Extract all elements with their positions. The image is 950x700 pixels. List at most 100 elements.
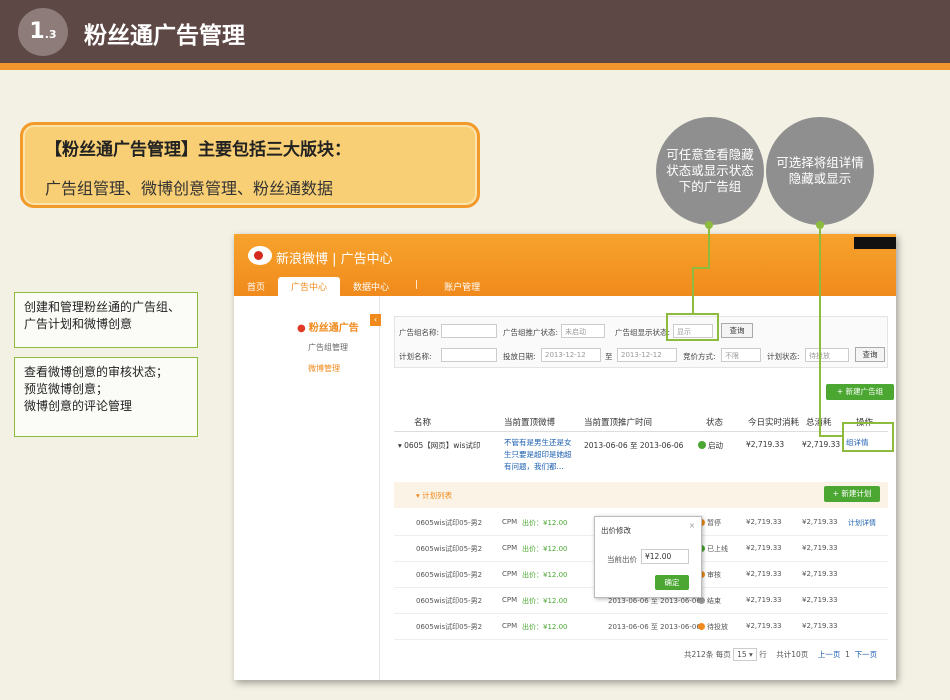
bid-select[interactable]: 不限	[721, 348, 761, 362]
nav-data-center[interactable]: 数据中心	[340, 277, 402, 296]
connector-dot	[816, 221, 824, 229]
plan-name[interactable]: 0605wis试印05-男2	[416, 622, 482, 632]
date-from-input[interactable]: 2013-12-12	[541, 348, 601, 362]
popup-label: 当前出价	[607, 555, 637, 564]
note-line: 查看微博创意的审核状态；	[24, 365, 169, 379]
pager-row-unit: 行	[759, 650, 767, 659]
next-page[interactable]: 下一页	[855, 650, 878, 659]
date-separator: 至	[605, 352, 613, 361]
nav-home[interactable]: 首页	[234, 277, 278, 296]
col-time: 当前置顶推广时间	[584, 418, 653, 428]
plan-type: CPM	[502, 596, 518, 604]
new-plan-button[interactable]: + 新建计划	[824, 486, 880, 502]
pager-pages: 共计10页	[776, 650, 809, 659]
top-right-bar	[854, 237, 896, 249]
plan-status[interactable]: 已上线	[698, 544, 728, 554]
sidebar-item-weibo[interactable]: 微博管理	[308, 363, 340, 374]
header-stripe	[0, 63, 950, 70]
nav-account[interactable]: 账户管理	[431, 277, 493, 296]
plan-cost-total: ¥2,719.33	[802, 596, 838, 604]
date-to-input[interactable]: 2013-12-12	[617, 348, 677, 362]
note-create-manage: 创建和管理粉丝通的广告组、广告计划和微博创意	[14, 292, 198, 348]
plan-type: CPM	[502, 570, 518, 578]
prev-page[interactable]: 上一页	[818, 650, 841, 659]
plan-detail-link[interactable]: 计划详情	[848, 518, 876, 528]
summary-callout: 【粉丝通广告管理】主要包括三大版块： 广告组管理、微博创意管理、粉丝通数据	[20, 122, 480, 208]
plan-name[interactable]: 0605wis试印05-男2	[416, 596, 482, 606]
sidebar-item-group[interactable]: 广告组管理	[308, 342, 348, 353]
col-cost-today: 今日实时消耗	[748, 418, 800, 428]
popup-title: 出价修改	[601, 526, 631, 535]
plan-bid[interactable]: 出价：¥12.00	[522, 570, 568, 580]
sidebar: 粉丝通广告 广告组管理 微博管理	[234, 296, 380, 680]
pager-total: 共212条 每页	[684, 650, 731, 659]
note-weibo-creative: 查看微博创意的审核状态； 预览微博创意； 微博创意的评论管理	[14, 357, 198, 437]
bid-label: 竞价方式:	[683, 352, 716, 361]
callout-body: 广告组管理、微博创意管理、粉丝通数据	[45, 179, 334, 198]
plan-name[interactable]: 0605wis试印05-男2	[416, 544, 482, 554]
group-status[interactable]: 启动	[698, 440, 723, 451]
group-name[interactable]: ▾ 0605【网页】wis试印	[398, 440, 480, 451]
section-badge: 1.3	[18, 8, 68, 56]
bid-edit-popup: 出价修改 × 当前出价 ¥12.00 确定	[594, 516, 702, 598]
group-name-input[interactable]	[441, 324, 497, 338]
bubble-hidden-status: 可任意查看隐藏状态或显示状态下的广告组	[656, 117, 764, 225]
new-group-button[interactable]: + 新建广告组	[826, 384, 894, 400]
plan-list-header: ▾ 计划列表 + 新建计划	[394, 482, 888, 508]
plan-row: 0605wis试印05-男2 CPM 出价：¥12.00 2013-06-06 至 2…	[394, 614, 888, 640]
plan-cost-total: ¥2,719.33	[802, 622, 838, 630]
plan-name[interactable]: 0605wis试印05-男2	[416, 518, 482, 528]
connector-line	[819, 229, 821, 437]
slide-title: 粉丝通广告管理	[84, 23, 245, 49]
nav-separator: |	[415, 280, 419, 290]
plan-time: 2013-06-06 至 2013-06-06	[608, 623, 701, 631]
plan-name[interactable]: 0605wis试印05-男2	[416, 570, 482, 580]
plan-bid[interactable]: 出价：¥12.00	[522, 596, 568, 606]
plan-cost-today: ¥2,719.33	[746, 596, 782, 604]
note-line: 预览微博创意；	[24, 382, 109, 396]
group-time: 2013-06-06 至 2013-06-06	[584, 441, 684, 450]
weibo-logo-icon	[248, 246, 272, 265]
callout-title: 【粉丝通广告管理】主要包括三大版块：	[45, 140, 351, 160]
per-page-select[interactable]: 15 ▾	[733, 648, 757, 661]
plan-bid[interactable]: 出价：¥12.00	[522, 622, 568, 632]
group-status-select[interactable]: 未启动	[561, 324, 605, 338]
plan-cost-total: ¥2,719.33	[802, 544, 838, 552]
group-cost-total: ¥2,719.33	[802, 440, 841, 449]
plan-status[interactable]: 待投放	[698, 622, 728, 632]
group-detail-highlight	[842, 422, 894, 452]
close-icon[interactable]: ×	[689, 521, 695, 530]
group-weibo-link[interactable]: 不管有是男生还是女生只要是超印是她超有问题，我们都...	[504, 437, 578, 473]
plan-type: CPM	[502, 518, 518, 526]
plan-cost-today: ¥2,719.33	[746, 544, 782, 552]
collapse-sidebar-icon[interactable]: ‹	[370, 314, 381, 326]
plan-name-label: 计划名称:	[399, 352, 432, 361]
plan-bid[interactable]: 出价：¥12.00	[522, 518, 568, 528]
connector-line	[692, 267, 710, 269]
date-label: 投放日期:	[503, 352, 536, 361]
top-bar: 新浪微博 | 广告中心 首页 广告中心 数据中心 | 账户管理	[234, 234, 896, 296]
plan-bid[interactable]: 出价：¥12.00	[522, 544, 568, 554]
plan-cost-total: ¥2,719.33	[802, 518, 838, 526]
plan-status-label: 计划状态:	[767, 352, 800, 361]
plan-type: CPM	[502, 622, 518, 630]
plan-list-label[interactable]: ▾ 计划列表	[416, 490, 452, 501]
plan-status-select[interactable]: 待投放	[805, 348, 849, 362]
plan-cost-today: ¥2,719.33	[746, 622, 782, 630]
bid-input[interactable]: ¥12.00	[641, 549, 689, 564]
plan-cost-total: ¥2,719.33	[802, 570, 838, 578]
nav-ad-center[interactable]: 广告中心	[278, 277, 341, 296]
bubble-group-detail: 可选择将组详情隐藏或显示	[766, 117, 874, 225]
current-page: 1	[845, 650, 850, 659]
plan-type: CPM	[502, 544, 518, 552]
col-status: 状态	[706, 418, 724, 428]
confirm-button[interactable]: 确定	[655, 575, 689, 590]
note-line: 微博创意的评论管理	[24, 399, 133, 413]
plan-cost-today: ¥2,719.33	[746, 518, 782, 526]
plan-name-input[interactable]	[441, 348, 497, 362]
query-button-2[interactable]: 查询	[855, 347, 885, 362]
group-row: ▾ 0605【网页】wis试印 不管有是男生还是女生只要是超印是她超有问题，我们…	[394, 432, 888, 480]
query-button[interactable]: 查询	[721, 323, 753, 338]
col-weibo: 当前置顶微博	[504, 418, 556, 428]
display-status-highlight	[666, 313, 719, 341]
